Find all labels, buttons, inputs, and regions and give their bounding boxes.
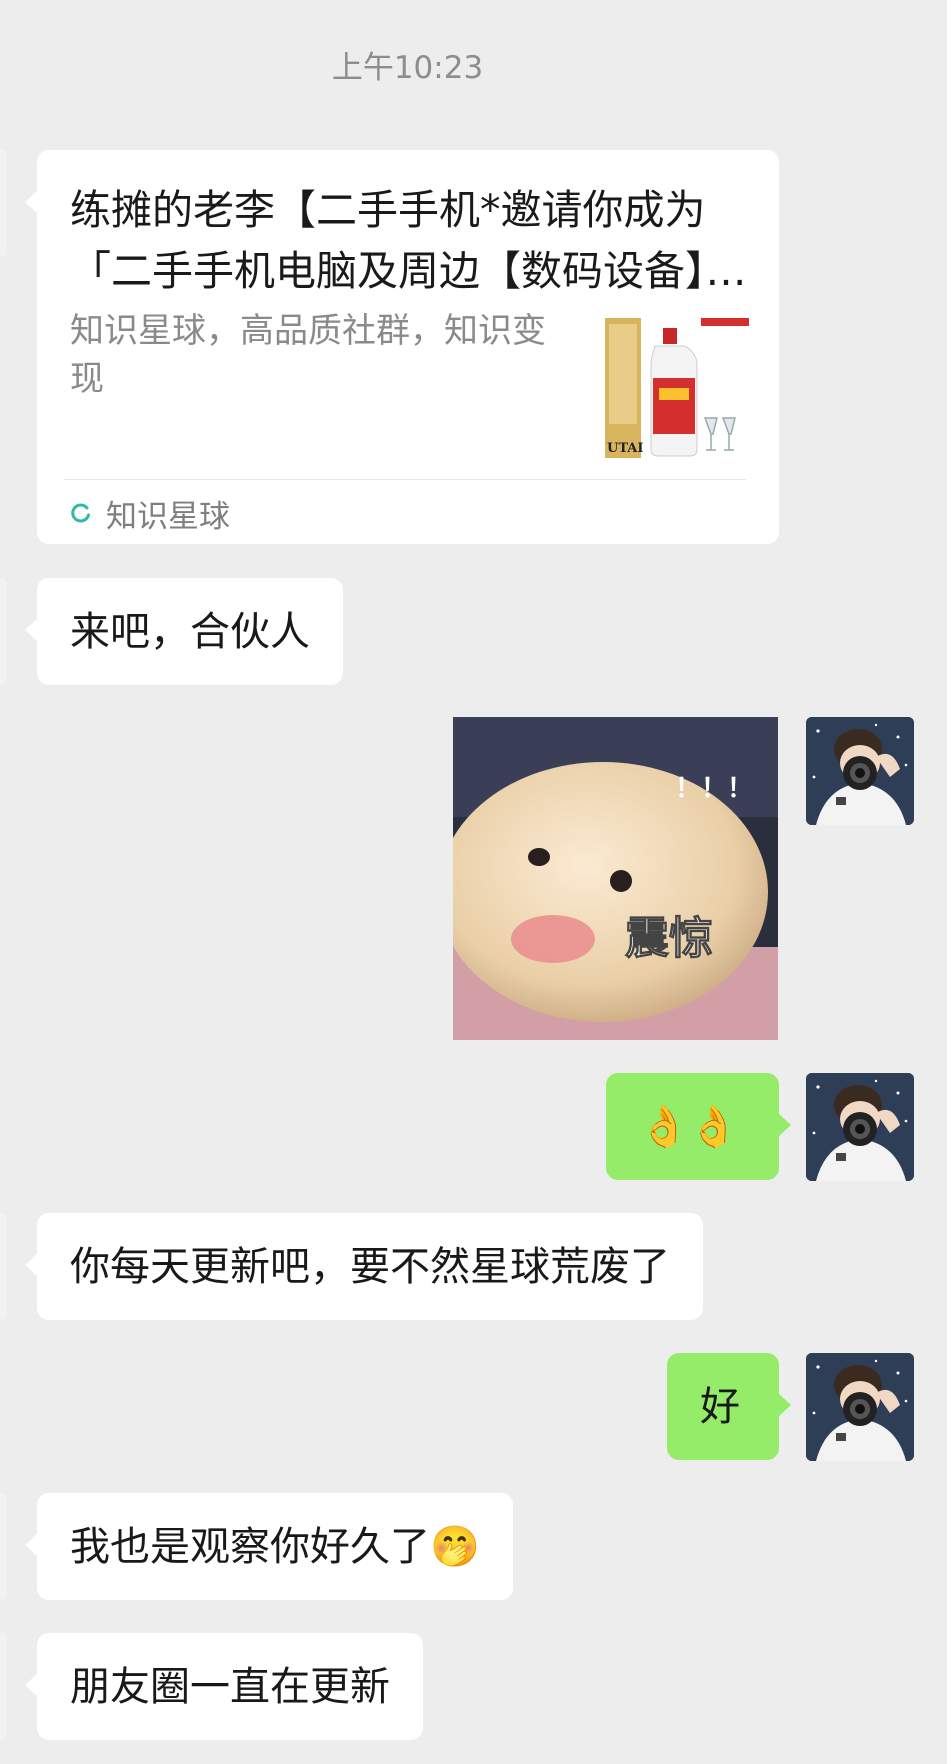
message-text: 来吧，合伙人	[70, 609, 310, 655]
outgoing-message[interactable]: 👌👌	[606, 1073, 791, 1180]
incoming-message[interactable]: 朋友圈一直在更新	[25, 1633, 423, 1740]
link-card-source: 知识星球	[70, 493, 230, 535]
thumbnail-label: UTAI	[607, 441, 643, 456]
camera-person-avatar-icon	[806, 1073, 914, 1181]
peer-avatar[interactable]	[0, 1213, 7, 1320]
incoming-message[interactable]: 我也是观察你好久了🤭	[25, 1493, 513, 1600]
sticker-exclaim: ！！！	[675, 774, 753, 804]
peer-avatar[interactable]	[0, 578, 7, 685]
sticker-message[interactable]: ！！！ 震惊	[453, 717, 778, 1040]
knowledge-planet-icon	[71, 503, 90, 523]
camera-person-avatar-icon	[806, 1353, 914, 1461]
link-card-description: 知识星球，高品质社群，知识变现	[70, 311, 546, 399]
camera-person-avatar-icon	[806, 717, 914, 825]
sticker-caption: 震惊	[625, 913, 713, 964]
peer-avatar[interactable]	[0, 150, 7, 257]
my-avatar[interactable]	[806, 1353, 914, 1461]
message-timestamp: 上午10:23	[331, 50, 484, 86]
message-text: 👌👌	[639, 1104, 739, 1150]
peer-avatar[interactable]	[0, 1493, 7, 1600]
message-text: 你每天更新吧，要不然星球荒废了	[70, 1244, 670, 1290]
message-text: 朋友圈一直在更新	[70, 1664, 390, 1710]
message-text: 我也是观察你好久了🤭	[70, 1524, 480, 1570]
incoming-message[interactable]: 来吧，合伙人	[25, 578, 343, 685]
link-card-source-name: 知识星球	[106, 498, 230, 535]
my-avatar[interactable]	[806, 717, 914, 825]
peer-avatar[interactable]	[0, 1633, 7, 1740]
link-card-divider	[64, 479, 746, 480]
outgoing-message[interactable]: 好	[667, 1353, 791, 1460]
message-text: 好	[700, 1384, 740, 1430]
link-card-message[interactable]: 练摊的老李【二手手机*邀请你成为「二手手机电脑及周边【数码设备】」成员 知识星球…	[25, 150, 779, 544]
link-card-thumbnail: UTAI	[605, 318, 749, 458]
my-avatar[interactable]	[806, 1073, 914, 1181]
link-card-title: 练摊的老李【二手手机*邀请你成为「二手手机电脑及周边【数码设备】」成员	[70, 186, 747, 295]
incoming-message[interactable]: 你每天更新吧，要不然星球荒废了	[25, 1213, 703, 1320]
